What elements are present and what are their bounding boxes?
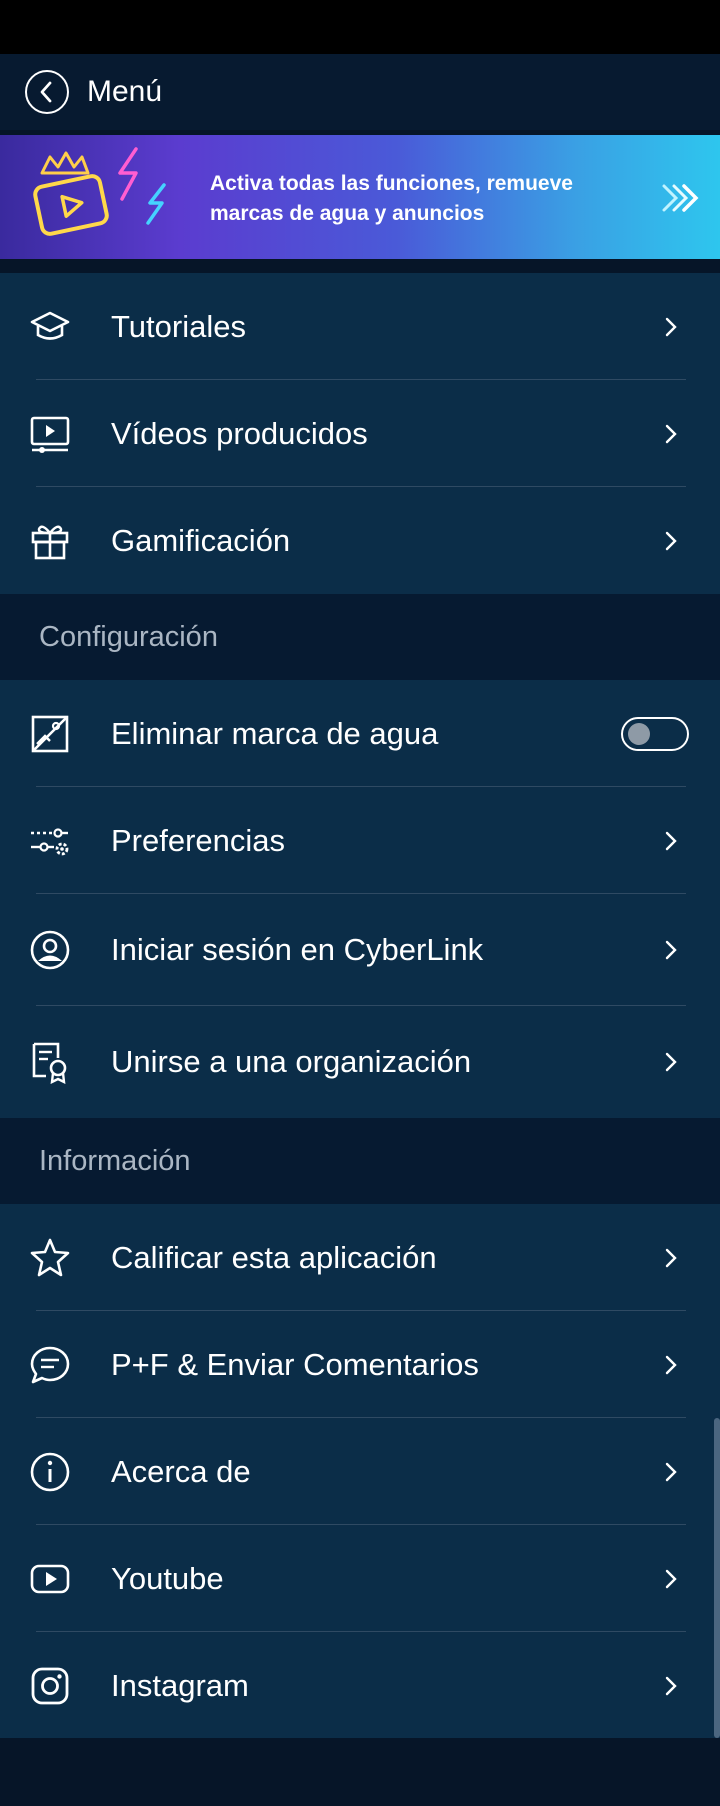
chevron-right-icon	[665, 1248, 677, 1267]
chevron-right-icon	[665, 940, 677, 960]
menu-item-label: Instagram	[111, 1667, 249, 1703]
config-section: Eliminar marca de agua Preferencias Inic…	[0, 680, 720, 1118]
instagram-icon	[28, 1664, 72, 1708]
menu-item-label: Vídeos producidos	[111, 415, 368, 451]
premium-promo-banner[interactable]: Activa todas las funciones, remueve marc…	[0, 135, 720, 259]
menu-item-label: Youtube	[111, 1560, 224, 1596]
promo-text: Activa todas las funciones, remueve marc…	[210, 172, 573, 225]
chevron-left-icon	[40, 81, 52, 103]
chevron-right-icon	[665, 424, 677, 443]
menu-item-label: P+F & Enviar Comentarios	[111, 1346, 479, 1382]
menu-item-produced-videos[interactable]: Vídeos producidos	[0, 380, 720, 487]
chevron-right-icon	[665, 531, 677, 550]
menu-item-label: Iniciar sesión en CyberLink	[111, 932, 484, 967]
menu-item-gamification[interactable]: Gamificación	[0, 487, 720, 594]
status-bar	[0, 0, 720, 54]
scrollbar[interactable]	[714, 1418, 720, 1738]
chevron-right-icon	[665, 831, 677, 850]
menu-item-faq-feedback[interactable]: P+F & Enviar Comentarios	[0, 1311, 720, 1418]
chevron-right-icon	[665, 1676, 677, 1695]
sliders-gear-icon	[28, 819, 72, 863]
main-menu-section: Tutoriales Vídeos producidos Gamificació	[0, 273, 720, 594]
chevron-right-icon	[665, 1462, 677, 1481]
no-image-icon	[28, 712, 72, 756]
bottom-spacer	[0, 1738, 720, 1806]
chevron-right-icon	[665, 1355, 677, 1374]
info-icon	[28, 1450, 72, 1494]
toggle-knob	[628, 722, 650, 745]
section-header-info: Información	[0, 1118, 720, 1204]
menu-item-tutorials[interactable]: Tutoriales	[0, 273, 720, 380]
user-circle-icon	[28, 928, 72, 972]
info-section: Calificar esta aplicación P+F & Enviar C…	[0, 1204, 720, 1739]
menu-item-preferences[interactable]: Preferencias	[0, 787, 720, 894]
chevron-right-icon	[665, 317, 677, 336]
menu-item-label: Gamificación	[111, 522, 291, 558]
watermark-toggle[interactable]	[621, 716, 689, 751]
menu-item-join-organization[interactable]: Unirse a una organización	[0, 1006, 720, 1118]
menu-item-label: Preferencias	[111, 822, 286, 858]
menu-item-label: Tutoriales	[111, 308, 246, 344]
menu-item-rate-app[interactable]: Calificar esta aplicación	[0, 1204, 720, 1311]
double-chevron-right-icon	[662, 184, 699, 212]
menu-item-label: Acerca de	[111, 1453, 251, 1489]
menu-item-about[interactable]: Acerca de	[0, 1418, 720, 1525]
menu-item-youtube[interactable]: Youtube	[0, 1525, 720, 1632]
monitor-play-icon	[28, 412, 72, 456]
star-icon	[28, 1236, 72, 1280]
youtube-icon	[28, 1557, 72, 1601]
section-title: Información	[39, 1144, 191, 1177]
chat-bubble-icon	[28, 1343, 72, 1387]
page-title: Menú	[87, 75, 163, 108]
back-button[interactable]	[25, 70, 69, 114]
menu-item-remove-watermark[interactable]: Eliminar marca de agua	[0, 680, 720, 787]
app-header: Menú	[0, 54, 720, 130]
graduation-cap-icon	[28, 305, 72, 349]
gift-icon	[28, 519, 72, 563]
chevron-right-icon	[665, 1569, 677, 1588]
chevron-right-icon	[665, 1052, 677, 1072]
menu-item-sign-in[interactable]: Iniciar sesión en CyberLink	[0, 894, 720, 1006]
menu-item-label: Calificar esta aplicación	[111, 1239, 437, 1275]
section-header-config: Configuración	[0, 594, 720, 680]
menu-item-label: Unirse a una organización	[111, 1044, 472, 1079]
menu-item-instagram[interactable]: Instagram	[0, 1632, 720, 1739]
premium-video-crown-icon	[33, 147, 166, 236]
section-title: Configuración	[39, 620, 218, 653]
certificate-icon	[28, 1040, 72, 1084]
menu-item-label: Eliminar marca de agua	[111, 715, 439, 751]
